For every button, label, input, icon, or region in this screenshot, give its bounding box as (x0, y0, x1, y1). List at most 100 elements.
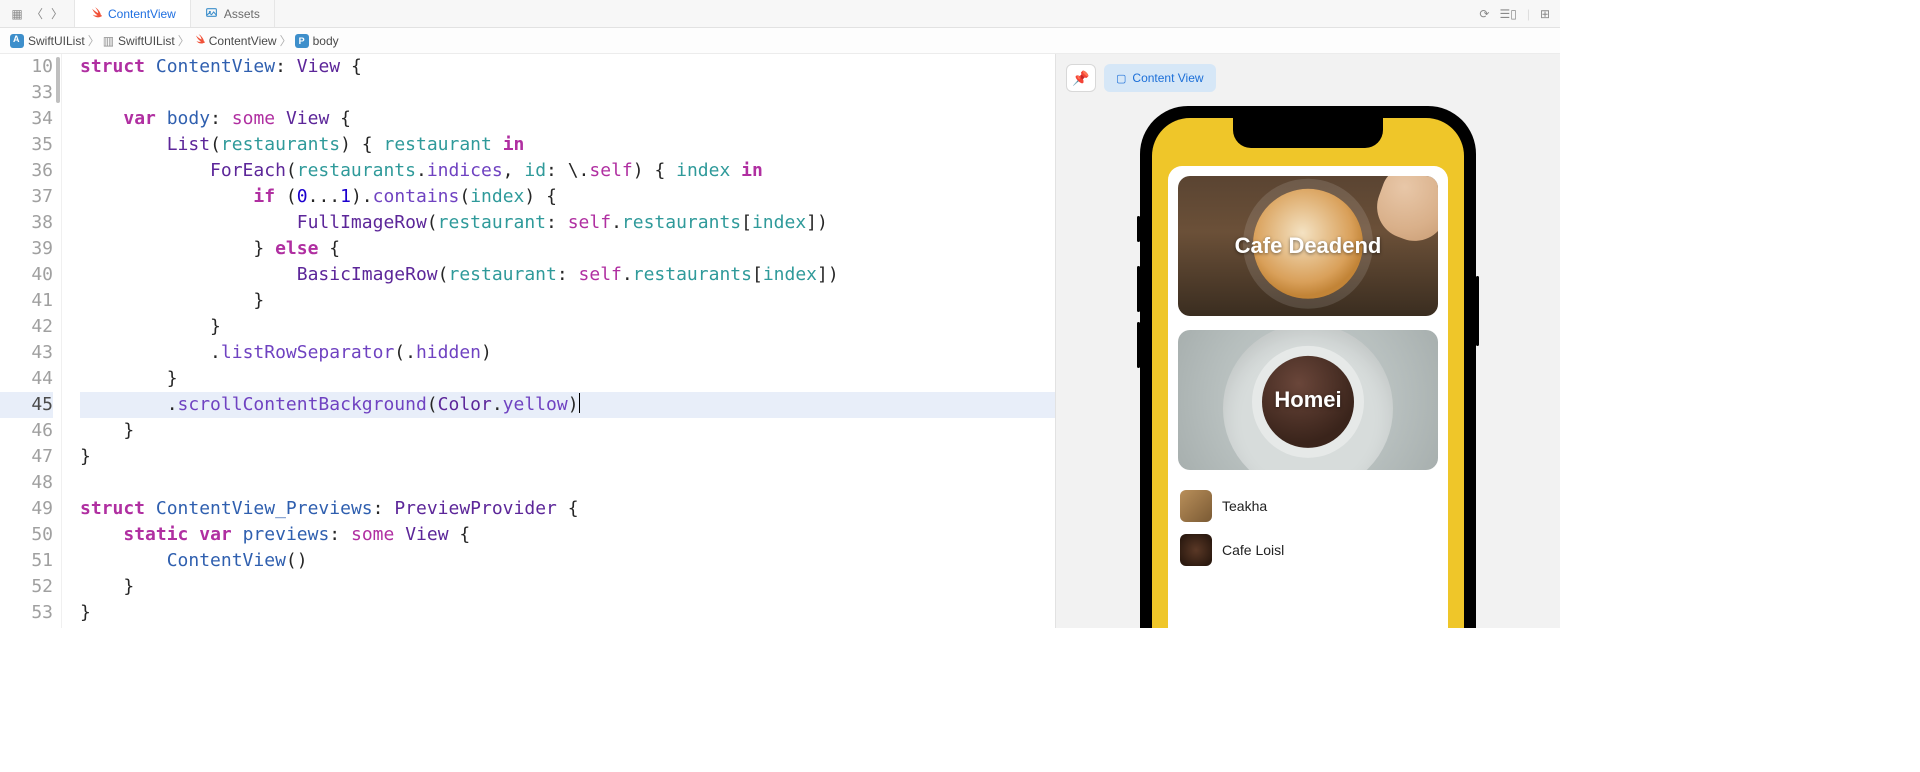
line-number[interactable]: 52 (0, 574, 53, 600)
add-editor-icon[interactable]: ⊞ (1540, 7, 1550, 21)
row-title: Teakha (1222, 498, 1267, 514)
code-line[interactable]: struct ContentView: View { (80, 54, 1055, 80)
line-number[interactable]: 43 (0, 340, 53, 366)
code-line[interactable]: struct ContentView_Previews: PreviewProv… (80, 496, 1055, 522)
device-button (1137, 216, 1140, 242)
code-line[interactable] (80, 470, 1055, 496)
device-button (1137, 266, 1140, 312)
app-icon (10, 34, 24, 48)
swift-icon (193, 33, 205, 48)
swift-icon (89, 6, 102, 22)
code-line[interactable]: } (80, 600, 1055, 626)
full-image-row[interactable]: Homei (1178, 330, 1438, 470)
crumb-file[interactable]: ContentView (193, 33, 277, 48)
device-button (1137, 322, 1140, 368)
line-number[interactable]: 47 (0, 444, 53, 470)
line-number-gutter[interactable]: 1033343536373839404142434445464748495051… (0, 54, 62, 628)
text-cursor (579, 393, 580, 413)
tab-label: ContentView (108, 7, 176, 21)
line-number[interactable]: 45 (0, 392, 53, 418)
line-number[interactable]: 37 (0, 184, 53, 210)
line-number[interactable]: 48 (0, 470, 53, 496)
jump-bar: SwiftUIList 〉 ▥ SwiftUIList 〉 ContentVie… (0, 28, 1560, 54)
code-line[interactable]: ContentView() (80, 548, 1055, 574)
full-image-row[interactable]: Cafe Deadend (1178, 176, 1438, 316)
editor-tabbar: ▦ 〈 〉 ContentView Assets ⟳ ☰▯ | ⊞ (0, 0, 1560, 28)
code-line[interactable]: if (0...1).contains(index) { (80, 184, 1055, 210)
basic-image-row[interactable]: Teakha (1178, 484, 1438, 528)
code-line[interactable]: } (80, 288, 1055, 314)
line-number[interactable]: 33 (0, 80, 53, 106)
device-notch (1233, 118, 1383, 148)
tab-contentview[interactable]: ContentView (75, 0, 191, 27)
code-line[interactable]: } (80, 418, 1055, 444)
nav-forward-icon[interactable]: 〉 (50, 5, 64, 22)
code-line[interactable]: ForEach(restaurants.indices, id: \.self)… (80, 158, 1055, 184)
tab-label: Assets (224, 7, 260, 21)
line-number[interactable]: 46 (0, 418, 53, 444)
line-number[interactable]: 35 (0, 132, 53, 158)
device-button (1476, 276, 1479, 346)
pin-preview-button[interactable]: 📌 (1066, 64, 1096, 92)
fold-marker[interactable] (56, 57, 60, 103)
row-title: Cafe Loisl (1222, 542, 1284, 558)
line-number[interactable]: 10 (0, 54, 53, 80)
code-area[interactable]: struct ContentView: View { var body: som… (62, 54, 1055, 628)
code-editor[interactable]: 1033343536373839404142434445464748495051… (0, 54, 1055, 628)
row-thumbnail (1180, 490, 1212, 522)
device-frame: Cafe Deadend Homei Teakha Cafe Loisl (1140, 106, 1476, 628)
device-screen[interactable]: Cafe Deadend Homei Teakha Cafe Loisl (1152, 118, 1464, 628)
line-number[interactable]: 53 (0, 600, 53, 626)
line-number[interactable]: 51 (0, 548, 53, 574)
code-line[interactable]: static var previews: some View { (80, 522, 1055, 548)
assets-icon (205, 6, 218, 22)
tab-assets[interactable]: Assets (191, 0, 275, 27)
tabbar-right-controls: ⟳ ☰▯ | ⊞ (1469, 7, 1560, 21)
refresh-icon[interactable]: ⟳ (1479, 7, 1489, 21)
pin-icon: 📌 (1072, 70, 1089, 87)
code-line[interactable]: .scrollContentBackground(Color.yellow) (80, 392, 1055, 418)
chevron-right-icon: 〉 (280, 32, 292, 49)
app-list[interactable]: Cafe Deadend Homei Teakha Cafe Loisl (1168, 166, 1448, 628)
line-number[interactable]: 42 (0, 314, 53, 340)
crumb-project[interactable]: SwiftUIList (10, 34, 85, 48)
crumb-symbol[interactable]: P body (295, 34, 339, 48)
code-line[interactable]: FullImageRow(restaurant: self.restaurant… (80, 210, 1055, 236)
related-items-icon[interactable]: ▦ (10, 7, 24, 21)
line-number[interactable]: 38 (0, 210, 53, 236)
line-number[interactable]: 49 (0, 496, 53, 522)
line-number[interactable]: 40 (0, 262, 53, 288)
line-number[interactable]: 41 (0, 288, 53, 314)
crumb-label: SwiftUIList (28, 34, 85, 48)
adjust-editor-icon[interactable]: ☰▯ (1499, 7, 1516, 21)
code-line[interactable]: var body: some View { (80, 106, 1055, 132)
basic-image-row[interactable]: Cafe Loisl (1178, 528, 1438, 572)
code-line[interactable]: } (80, 574, 1055, 600)
property-icon: P (295, 34, 309, 48)
code-line[interactable]: } (80, 444, 1055, 470)
preview-icon: ▢ (1116, 72, 1126, 85)
code-line[interactable]: List(restaurants) { restaurant in (80, 132, 1055, 158)
line-number[interactable]: 36 (0, 158, 53, 184)
folder-icon: ▥ (103, 34, 114, 48)
code-line[interactable] (80, 80, 1055, 106)
code-line[interactable]: BasicImageRow(restaurant: self.restauran… (80, 262, 1055, 288)
line-number[interactable]: 50 (0, 522, 53, 548)
divider: | (1527, 7, 1530, 21)
crumb-label: SwiftUIList (118, 34, 175, 48)
code-line[interactable]: .listRowSeparator(.hidden) (80, 340, 1055, 366)
nav-back-icon[interactable]: 〈 (30, 5, 44, 22)
code-line[interactable]: } (80, 314, 1055, 340)
row-title: Cafe Deadend (1235, 233, 1382, 259)
line-number[interactable]: 39 (0, 236, 53, 262)
code-line[interactable]: } (80, 366, 1055, 392)
crumb-folder[interactable]: ▥ SwiftUIList (103, 34, 175, 48)
preview-toolbar: 📌 ▢ Content View (1066, 64, 1216, 92)
line-number[interactable]: 34 (0, 106, 53, 132)
preview-label: Content View (1132, 71, 1203, 85)
line-number[interactable]: 44 (0, 366, 53, 392)
row-title: Homei (1274, 387, 1341, 413)
chevron-right-icon: 〉 (178, 32, 190, 49)
code-line[interactable]: } else { (80, 236, 1055, 262)
preview-selector[interactable]: ▢ Content View (1104, 64, 1216, 92)
